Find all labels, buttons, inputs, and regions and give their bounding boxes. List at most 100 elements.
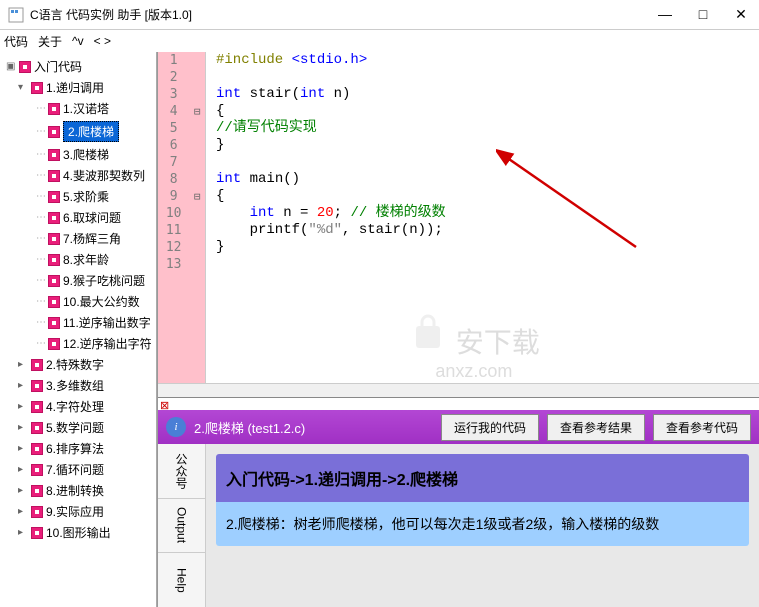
folder-icon	[31, 443, 43, 455]
app-icon	[8, 7, 24, 23]
maximize-button[interactable]: □	[693, 6, 713, 23]
folder-icon	[31, 506, 43, 518]
tree-item[interactable]: ⋯3.爬楼梯	[2, 144, 154, 165]
tab-help[interactable]: Help	[158, 553, 205, 607]
tree-label: 8.求年龄	[63, 251, 109, 268]
folder-icon	[31, 380, 43, 392]
tree-label: 11.逆序输出数字	[63, 314, 151, 331]
code-line[interactable]	[216, 256, 759, 273]
folder-icon	[48, 338, 60, 350]
tree-item[interactable]: ▸2.特殊数字	[2, 354, 154, 375]
tree-item[interactable]: ⋯6.取球问题	[2, 207, 154, 228]
folder-icon	[31, 527, 43, 539]
code-line[interactable]: {	[216, 188, 759, 205]
window-title: C语言 代码实例 助手 [版本1.0]	[30, 6, 655, 23]
folder-icon	[48, 254, 60, 266]
tree-label: 10.图形输出	[46, 524, 111, 541]
menu-toggle[interactable]: ^v	[72, 34, 84, 48]
tree-item[interactable]: ▸10.图形输出	[2, 522, 154, 543]
code-line[interactable]: printf("%d", stair(n));	[216, 222, 759, 239]
view-result-button[interactable]: 查看参考结果	[547, 414, 645, 441]
code-line[interactable]: }	[216, 239, 759, 256]
run-code-button[interactable]: 运行我的代码	[441, 414, 539, 441]
minimize-button[interactable]: —	[655, 6, 675, 23]
tree-item[interactable]: ▸7.循环问题	[2, 459, 154, 480]
code-line[interactable]	[216, 154, 759, 171]
tree-item[interactable]: ⋯7.杨辉三角	[2, 228, 154, 249]
folder-icon	[48, 103, 60, 115]
code-line[interactable]	[216, 69, 759, 86]
tab-output[interactable]: Output	[158, 499, 205, 554]
code-line[interactable]: int n = 20; // 楼梯的级数	[216, 205, 759, 222]
folder-icon	[48, 233, 60, 245]
folder-icon	[19, 61, 31, 73]
tab-wechat[interactable]: 公众号	[158, 444, 205, 499]
tree-label: 6.取球问题	[63, 209, 121, 226]
folder-icon	[31, 464, 43, 476]
tree-item[interactable]: ⋯11.逆序输出数字	[2, 312, 154, 333]
menu-code[interactable]: 代码	[4, 33, 28, 50]
tree-label: 入门代码	[34, 58, 82, 75]
tree-item[interactable]: ⋯10.最大公约数	[2, 291, 154, 312]
tree-item[interactable]: ⋯2.爬楼梯	[2, 119, 154, 144]
info-header: i 2.爬楼梯 (test1.2.c) 运行我的代码 查看参考结果 查看参考代码	[158, 410, 759, 444]
view-refcode-button[interactable]: 查看参考代码	[653, 414, 751, 441]
tree-label: 6.排序算法	[46, 440, 104, 457]
tree-label: 5.数学问题	[46, 419, 104, 436]
tree-label: 4.字符处理	[46, 398, 104, 415]
tree-item[interactable]: ▣入门代码	[2, 56, 154, 77]
code-line[interactable]: #include <stdio.h>	[216, 52, 759, 69]
tree-label: 2.爬楼梯	[63, 121, 119, 142]
folder-icon	[48, 170, 60, 182]
tree-label: 9.猴子吃桃问题	[63, 272, 145, 289]
code-editor[interactable]: 1234⊟56789⊟10111213 #include <stdio.h>in…	[158, 52, 759, 383]
horizontal-scrollbar[interactable]	[158, 383, 759, 397]
tree-item[interactable]: ▸6.排序算法	[2, 438, 154, 459]
tree-item[interactable]: ▸4.字符处理	[2, 396, 154, 417]
tree-item[interactable]: ▸5.数学问题	[2, 417, 154, 438]
tree-label: 4.斐波那契数列	[63, 167, 145, 184]
menubar: 代码 关于 ^v < >	[0, 30, 759, 52]
folder-icon	[48, 126, 60, 138]
code-line[interactable]: int stair(int n)	[216, 86, 759, 103]
tree-item[interactable]: ▸8.进制转换	[2, 480, 154, 501]
tree-label: 1.递归调用	[46, 79, 104, 96]
description-area: 入门代码->1.递归调用->2.爬楼梯 2.爬楼梯：树老师爬楼梯，他可以每次走1…	[206, 444, 759, 607]
folder-icon	[31, 82, 43, 94]
tree-item[interactable]: ⋯8.求年龄	[2, 249, 154, 270]
breadcrumb: 入门代码->1.递归调用->2.爬楼梯	[216, 454, 749, 502]
close-button[interactable]: ✕	[731, 6, 751, 23]
tree-label: 3.爬楼梯	[63, 146, 109, 163]
tree-item[interactable]: ⋯5.求阶乘	[2, 186, 154, 207]
tree-item[interactable]: ⋯9.猴子吃桃问题	[2, 270, 154, 291]
tree-label: 10.最大公约数	[63, 293, 140, 310]
tree-label: 8.进制转换	[46, 482, 104, 499]
code-line[interactable]: int main()	[216, 171, 759, 188]
tree-item[interactable]: ▾1.递归调用	[2, 77, 154, 98]
folder-icon	[31, 485, 43, 497]
tree-label: 9.实际应用	[46, 503, 104, 520]
code-line[interactable]: }	[216, 137, 759, 154]
tree-item[interactable]: ⋯12.逆序输出字符	[2, 333, 154, 354]
tree-item[interactable]: ▸3.多维数组	[2, 375, 154, 396]
info-title: 2.爬楼梯 (test1.2.c)	[194, 418, 433, 437]
code-body[interactable]: #include <stdio.h>int stair(int n){//请写代…	[206, 52, 759, 383]
folder-icon	[31, 401, 43, 413]
folder-icon	[48, 212, 60, 224]
tree-item[interactable]: ⋯4.斐波那契数列	[2, 165, 154, 186]
tree-label: 7.循环问题	[46, 461, 104, 478]
tree-label: 2.特殊数字	[46, 356, 104, 373]
folder-icon	[48, 149, 60, 161]
tree-label: 1.汉诺塔	[63, 100, 109, 117]
menu-nav[interactable]: < >	[94, 34, 111, 48]
menu-about[interactable]: 关于	[38, 33, 62, 50]
tree-label: 3.多维数组	[46, 377, 104, 394]
code-line[interactable]: {	[216, 103, 759, 120]
tree-item[interactable]: ▸9.实际应用	[2, 501, 154, 522]
tree-label: 12.逆序输出字符	[63, 335, 152, 352]
folder-icon	[48, 275, 60, 287]
code-line[interactable]: //请写代码实现	[216, 120, 759, 137]
tree-item[interactable]: ⋯1.汉诺塔	[2, 98, 154, 119]
folder-icon	[48, 317, 60, 329]
tree-label: 7.杨辉三角	[63, 230, 121, 247]
